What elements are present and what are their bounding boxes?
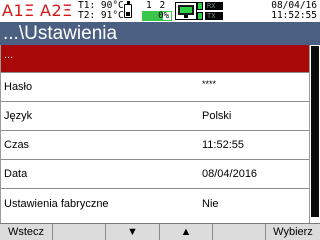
list-item-back[interactable]: ... bbox=[1, 45, 309, 73]
list-item-label: ... bbox=[4, 49, 14, 61]
list-item-label: Hasło bbox=[4, 81, 33, 93]
list-item-date[interactable]: Data 08/04/2016 bbox=[1, 160, 309, 189]
rx-led-icon bbox=[197, 2, 203, 10]
list-item-password[interactable]: Hasło **** bbox=[1, 73, 309, 102]
list-item-language[interactable]: Język Polski bbox=[1, 102, 309, 131]
list-item-value: Nie bbox=[202, 198, 219, 210]
list-item-label: Język bbox=[4, 110, 33, 122]
list-item-label: Ustawienia fabryczne bbox=[4, 198, 109, 210]
function-key-2[interactable] bbox=[53, 224, 106, 240]
progress-bar: 0% bbox=[142, 11, 172, 21]
function-key-5[interactable] bbox=[213, 224, 266, 240]
status-time: 11:52:55 bbox=[271, 10, 317, 21]
list-item-label: Czas bbox=[4, 139, 30, 151]
list-item-factory-settings[interactable]: Ustawienia fabryczne Nie bbox=[1, 189, 309, 219]
function-key-bar: Wstecz ▼ ▲ Wybierz bbox=[0, 223, 320, 240]
tx-label: TX bbox=[205, 12, 223, 20]
list-item-value: **** bbox=[202, 79, 217, 89]
list-item-time[interactable]: Czas 11:52:55 bbox=[1, 131, 309, 160]
down-arrow-button[interactable]: ▼ bbox=[106, 224, 160, 240]
battery-icon bbox=[124, 1, 132, 18]
alarm-1-indicator: A1Ξ bbox=[2, 1, 35, 20]
channels-label: 1 2 bbox=[146, 0, 167, 11]
up-arrow-button[interactable]: ▲ bbox=[160, 224, 213, 240]
status-bar: A1Ξ A2Ξ T1: 90°C T2: 91°C 1 2 0% RX TX 0… bbox=[0, 0, 320, 22]
title-bar: ...\Ustawienia bbox=[0, 22, 320, 45]
progress-text: 0% bbox=[158, 11, 169, 21]
list-item-value: 08/04/2016 bbox=[202, 168, 258, 180]
rx-label: RX bbox=[205, 2, 223, 10]
list-item-value: 11:52:55 bbox=[202, 139, 245, 151]
network-icon bbox=[175, 2, 197, 20]
back-button[interactable]: Wstecz bbox=[0, 224, 53, 240]
scrollbar[interactable] bbox=[309, 45, 320, 223]
list-item-label: Data bbox=[4, 168, 28, 180]
scrollbar-thumb[interactable] bbox=[311, 46, 319, 217]
alarm-2-indicator: A2Ξ bbox=[40, 1, 73, 20]
settings-list: ... Hasło **** Język Polski Czas 11:52:5… bbox=[0, 45, 309, 223]
select-button[interactable]: Wybierz bbox=[266, 224, 320, 240]
page-title: ...\Ustawienia bbox=[3, 23, 118, 44]
tx-led-icon bbox=[197, 12, 203, 20]
temperature-2: T2: 91°C bbox=[78, 10, 124, 21]
list-item-value: Polski bbox=[202, 110, 232, 122]
rx-tx-indicator: RX TX bbox=[197, 2, 227, 20]
